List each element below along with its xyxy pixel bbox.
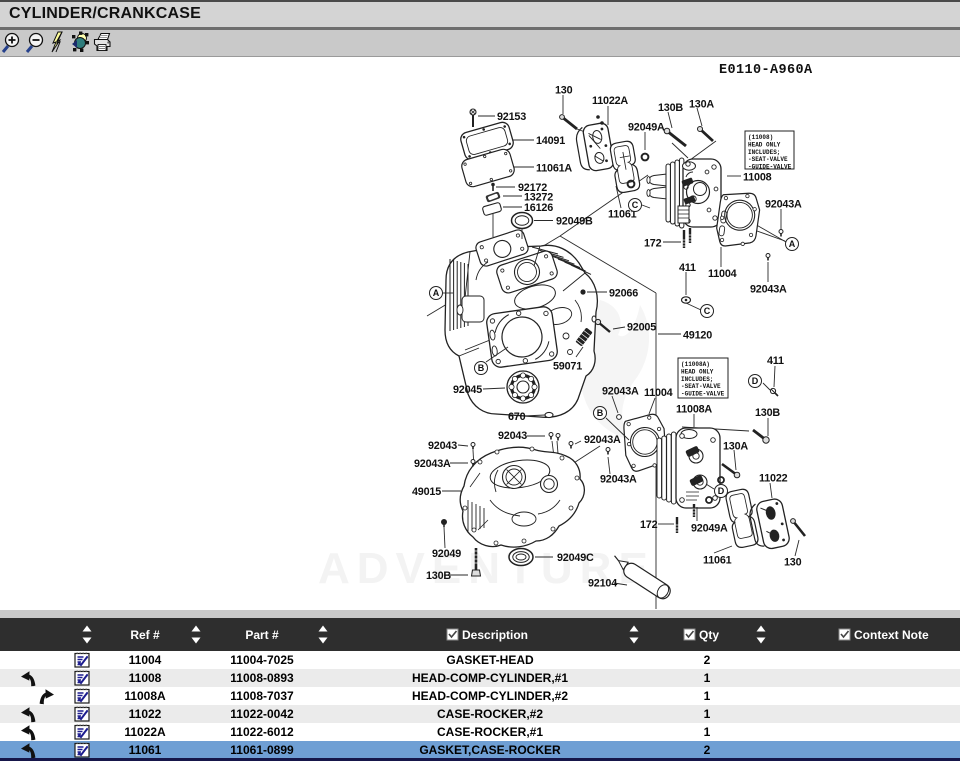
svg-text:130: 130 [784, 556, 802, 568]
svg-text:(11008): (11008) [748, 134, 773, 141]
svg-text:INCLUDES;: INCLUDES; [681, 376, 713, 383]
svg-text:670: 670 [508, 411, 526, 423]
svg-text:11022A: 11022A [592, 95, 628, 107]
svg-text:11004: 11004 [644, 387, 673, 399]
svg-text:130B: 130B [755, 407, 780, 419]
svg-text:92043A: 92043A [600, 473, 637, 485]
svg-text:92049A: 92049A [691, 522, 728, 534]
svg-text:130A: 130A [723, 440, 748, 452]
svg-text:172: 172 [644, 237, 662, 249]
svg-text:(11008A): (11008A) [681, 361, 710, 368]
svg-text:92153: 92153 [497, 111, 526, 123]
svg-text:-SEAT-VALVE: -SEAT-VALVE [681, 383, 721, 390]
svg-text:11022: 11022 [759, 472, 788, 484]
svg-text:92049: 92049 [432, 548, 461, 560]
svg-text:49120: 49120 [683, 329, 712, 341]
svg-text:59071: 59071 [553, 360, 582, 372]
svg-text:92043: 92043 [428, 440, 457, 452]
svg-text:92005: 92005 [627, 321, 656, 333]
svg-text:92043A: 92043A [602, 385, 639, 397]
svg-text:172: 172 [640, 519, 658, 531]
svg-text:A: A [433, 288, 440, 298]
svg-text:92043A: 92043A [584, 434, 621, 446]
svg-text:E0110-A960A: E0110-A960A [719, 63, 813, 78]
svg-text:C: C [704, 306, 711, 316]
svg-text:411: 411 [767, 355, 784, 367]
svg-text:INCLUDES;: INCLUDES; [748, 149, 780, 156]
svg-text:16126: 16126 [524, 202, 553, 214]
svg-text:Qty: Qty [699, 628, 719, 642]
svg-text:C: C [632, 200, 639, 210]
svg-text:92049B: 92049B [556, 215, 593, 227]
svg-text:92045: 92045 [453, 384, 482, 396]
svg-text:92043: 92043 [498, 430, 527, 442]
svg-text:B: B [478, 363, 485, 373]
svg-text:92043A: 92043A [750, 283, 787, 295]
svg-text:Ref #: Ref # [130, 628, 160, 642]
svg-text:411: 411 [679, 262, 696, 274]
svg-text:92043A: 92043A [765, 198, 802, 210]
svg-text:HEAD ONLY: HEAD ONLY [748, 141, 781, 148]
svg-text:92049A: 92049A [628, 121, 665, 133]
svg-text:92043A: 92043A [414, 458, 451, 470]
svg-text:-GUIDE-VALVE: -GUIDE-VALVE [681, 391, 725, 398]
svg-text:Description: Description [462, 628, 528, 642]
svg-text:49015: 49015 [412, 486, 441, 498]
svg-text:130B: 130B [658, 102, 683, 114]
svg-text:11061: 11061 [703, 554, 732, 566]
svg-text:92066: 92066 [609, 287, 638, 299]
svg-text:130B: 130B [426, 570, 451, 582]
svg-text:11008: 11008 [743, 171, 772, 183]
svg-text:Context Note: Context Note [854, 628, 929, 642]
svg-text:Part #: Part # [245, 628, 279, 642]
svg-text:D: D [718, 486, 725, 496]
svg-text:92049C: 92049C [557, 552, 594, 564]
svg-text:B: B [597, 408, 604, 418]
svg-text:14091: 14091 [536, 135, 565, 147]
svg-text:-SEAT-VALVE: -SEAT-VALVE [748, 156, 788, 163]
svg-text:11061A: 11061A [536, 162, 572, 174]
svg-text:11008A: 11008A [676, 403, 712, 415]
svg-text:HEAD ONLY: HEAD ONLY [681, 368, 714, 375]
svg-text:A: A [789, 239, 796, 249]
svg-text:11004: 11004 [708, 268, 737, 280]
svg-text:130: 130 [555, 84, 573, 96]
svg-text:130A: 130A [689, 98, 714, 110]
svg-text:D: D [752, 376, 759, 386]
svg-text:-GUIDE-VALVE: -GUIDE-VALVE [748, 164, 792, 171]
svg-text:92104: 92104 [588, 577, 617, 589]
